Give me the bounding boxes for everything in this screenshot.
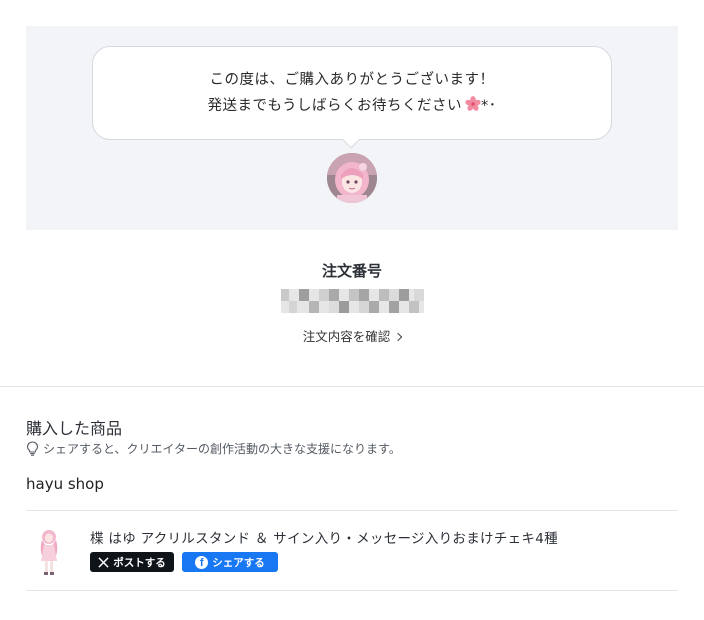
view-order-details-label: 注文内容を確認: [302, 329, 391, 344]
thanks-message-suffix: *･: [481, 98, 497, 114]
chevron-right-icon: [394, 332, 403, 342]
share-x-label: ポストする: [113, 556, 166, 569]
x-logo-icon: [98, 556, 109, 568]
sakura-icon: [465, 96, 481, 111]
product-thumbnail[interactable]: [34, 528, 64, 578]
share-support-note-text: シェアすると、クリエイターの創作活動の大きな支援になります。: [43, 442, 401, 456]
thanks-message-line1: この度は、ご購入ありがとうございます！: [209, 72, 495, 88]
product-name[interactable]: 楪 はゆ アクリルスタンド ＆ サイン入り・メッセージ入りおまけチェキ4種: [90, 527, 558, 547]
order-section: 注文番号 注文内容を確認: [0, 230, 704, 386]
shop-name-link[interactable]: hayu shop: [26, 475, 104, 493]
share-support-note: シェアすると、クリエイターの創作活動の大きな支援になります。: [26, 440, 401, 457]
thanks-speech-bubble: この度は、ご購入ありがとうございます！ 発送までもうしばらくお待ちください *･: [92, 46, 612, 140]
facebook-icon: f: [195, 555, 209, 569]
section-divider: [0, 386, 704, 387]
item-top-divider: [26, 510, 678, 511]
thanks-message-line2: 発送までもうしばらくお待ちください: [207, 98, 463, 114]
view-order-details-link[interactable]: 注文内容を確認: [0, 326, 704, 345]
thanks-panel: この度は、ご購入ありがとうございます！ 発送までもうしばらくお待ちください *･: [26, 26, 678, 230]
share-facebook-button[interactable]: f シェアする: [182, 552, 278, 572]
purchased-items-title: 購入した商品: [26, 419, 123, 438]
thanks-message-line2-row: 発送までもうしばらくお待ちください *･: [207, 93, 496, 119]
item-bottom-divider: [26, 590, 678, 591]
order-number-pixelated: [281, 289, 424, 313]
creator-avatar: [327, 153, 377, 203]
order-number-title: 注文番号: [321, 262, 382, 280]
share-facebook-label: シェアする: [212, 556, 265, 569]
lightbulb-icon: [26, 441, 39, 456]
share-x-button[interactable]: ポストする: [90, 552, 174, 572]
